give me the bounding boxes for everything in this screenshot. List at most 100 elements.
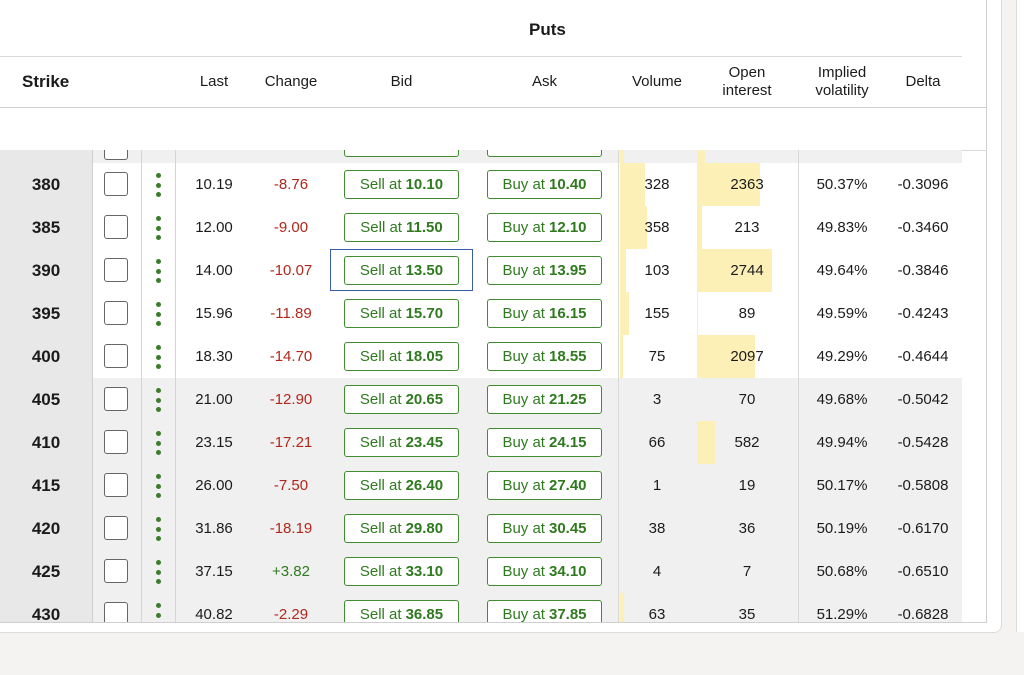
buy-button[interactable]	[487, 150, 602, 157]
select-checkbox[interactable]	[104, 430, 128, 454]
sell-button[interactable]: Sell at 29.80	[344, 514, 459, 543]
header-volume[interactable]: Volume	[619, 57, 695, 107]
buy-button[interactable]: Buy at 24.15	[487, 428, 602, 457]
more-options-icon[interactable]	[155, 603, 161, 622]
select-checkbox[interactable]	[104, 344, 128, 368]
table-row: 415 26.00 -7.50 Sell at 26.40 Buy at 27.40 1 19 5…	[0, 464, 962, 508]
puts-section-header: Puts	[0, 0, 962, 57]
delta: -0.3096	[897, 176, 949, 193]
select-checkbox[interactable]	[104, 258, 128, 282]
buy-button[interactable]: Buy at 12.10	[487, 213, 602, 242]
select-checkbox[interactable]	[104, 473, 128, 497]
open-interest-value: 213	[734, 219, 760, 236]
buy-prefix: Buy at	[502, 606, 545, 623]
last-price: 15.96	[195, 305, 233, 322]
select-checkbox[interactable]	[104, 516, 128, 540]
header-implied-volatility[interactable]: Implied volatility	[798, 57, 886, 107]
strike-cell: 405	[0, 378, 93, 421]
sell-button[interactable]	[344, 150, 459, 157]
sell-button[interactable]: Sell at 26.40	[344, 471, 459, 500]
select-checkbox[interactable]	[104, 387, 128, 411]
more-options-icon[interactable]	[155, 259, 161, 283]
implied-volatility: 49.83%	[816, 219, 868, 236]
header-strike[interactable]: Strike	[22, 57, 69, 107]
volume-bar	[620, 150, 624, 163]
open-interest-value: 89	[738, 305, 756, 322]
bid-price: 29.80	[405, 520, 444, 537]
select-checkbox[interactable]	[104, 215, 128, 239]
column-divider	[141, 292, 142, 335]
more-options-icon[interactable]	[155, 474, 161, 498]
adjacent-panel-edge	[1016, 0, 1024, 632]
ask-price: 16.15	[548, 305, 587, 322]
header-open-interest[interactable]: Open interest	[696, 57, 798, 107]
sell-button[interactable]: Sell at 23.45	[344, 428, 459, 457]
implied-volatility: 50.68%	[816, 563, 868, 580]
select-checkbox[interactable]	[104, 172, 128, 196]
more-options-icon[interactable]	[155, 173, 161, 197]
ask-price: 37.85	[548, 606, 587, 623]
header-ask[interactable]: Ask	[473, 57, 616, 107]
volume-value: 63	[648, 606, 666, 623]
delta: -0.5428	[897, 434, 949, 451]
ask-price: 12.10	[548, 219, 587, 236]
buy-button[interactable]: Buy at 34.10	[487, 557, 602, 586]
more-options-icon[interactable]	[155, 388, 161, 412]
header-change[interactable]: Change	[252, 57, 330, 107]
buy-prefix: Buy at	[502, 305, 545, 322]
sell-button[interactable]: Sell at 13.50	[344, 256, 459, 285]
header-last[interactable]: Last	[176, 57, 252, 107]
more-options-icon[interactable]	[155, 216, 161, 240]
header-delta[interactable]: Delta	[886, 57, 960, 107]
volume-value: 1	[652, 477, 662, 494]
bid-price: 33.10	[405, 563, 444, 580]
buy-button[interactable]: Buy at 13.95	[487, 256, 602, 285]
sell-button[interactable]: Sell at 18.05	[344, 342, 459, 371]
sell-button[interactable]: Sell at 20.65	[344, 385, 459, 414]
implied-volatility: 51.29%	[816, 606, 868, 623]
buy-button[interactable]: Buy at 10.40	[487, 170, 602, 199]
sell-button[interactable]: Sell at 11.50	[344, 213, 459, 242]
strike-cell: 390	[0, 249, 93, 292]
header-iv-line1: Implied	[817, 64, 867, 81]
sell-button[interactable]: Sell at 10.10	[344, 170, 459, 199]
more-options-icon[interactable]	[155, 431, 161, 455]
open-interest: 36	[696, 507, 798, 550]
delta: -0.3846	[897, 262, 949, 279]
last-price: 37.15	[195, 563, 233, 580]
last-price: 12.00	[195, 219, 233, 236]
price-change: -10.07	[269, 262, 313, 279]
select-checkbox[interactable]	[104, 602, 128, 622]
column-divider	[141, 421, 142, 464]
more-options-icon[interactable]	[155, 517, 161, 541]
ask-price: 30.45	[548, 520, 587, 537]
buy-prefix: Buy at	[502, 262, 545, 279]
table-row: 410 23.15 -17.21 Sell at 23.45 Buy at 24.15 66 5…	[0, 421, 962, 465]
buy-button[interactable]: Buy at 16.15	[487, 299, 602, 328]
sell-button[interactable]: Sell at 36.85	[344, 600, 459, 622]
ask-price: 10.40	[548, 176, 587, 193]
sell-prefix: Sell at	[359, 176, 402, 193]
volume: 75	[619, 335, 695, 378]
select-checkbox[interactable]	[104, 559, 128, 583]
buy-button[interactable]: Buy at 21.25	[487, 385, 602, 414]
buy-button[interactable]: Buy at 27.40	[487, 471, 602, 500]
volume: 1	[619, 464, 695, 507]
last-price: 26.00	[195, 477, 233, 494]
more-options-icon[interactable]	[155, 560, 161, 584]
table-row: 430 40.82 -2.29 Sell at 36.85 Buy at 37.85 63 35…	[0, 593, 962, 623]
more-options-icon[interactable]	[155, 345, 161, 369]
header-bid[interactable]: Bid	[330, 57, 473, 107]
buy-button[interactable]: Buy at 30.45	[487, 514, 602, 543]
strike-cell: 410	[0, 421, 93, 464]
sell-button[interactable]: Sell at 33.10	[344, 557, 459, 586]
select-checkbox[interactable]	[104, 301, 128, 325]
sell-button[interactable]: Sell at 15.70	[344, 299, 459, 328]
select-checkbox[interactable]	[104, 150, 128, 160]
open-interest: 7	[696, 550, 798, 593]
volume: 4	[619, 550, 695, 593]
bid-price: 20.65	[405, 391, 444, 408]
buy-button[interactable]: Buy at 37.85	[487, 600, 602, 623]
more-options-icon[interactable]	[155, 302, 161, 326]
buy-button[interactable]: Buy at 18.55	[487, 342, 602, 371]
